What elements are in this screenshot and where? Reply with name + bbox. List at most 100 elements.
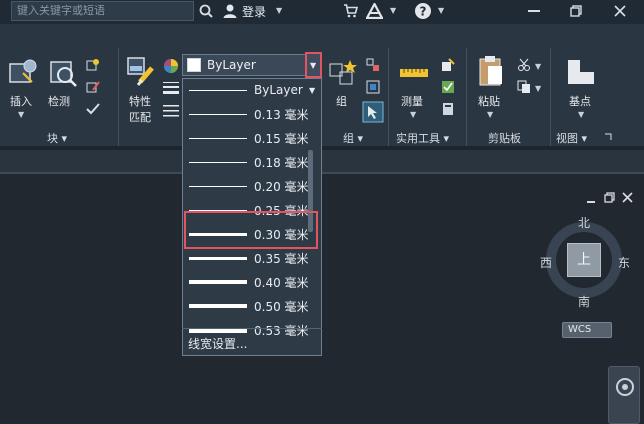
- wcs-menu[interactable]: WCS: [562, 322, 612, 338]
- lineweight-dropdown-button[interactable]: ▼: [305, 52, 322, 78]
- lineweight-item[interactable]: 0.40 毫米: [183, 270, 311, 294]
- panel-separator: [388, 48, 389, 146]
- lineweight-sample: [189, 90, 247, 91]
- search-icon[interactable]: [199, 4, 213, 18]
- quick-select-icon[interactable]: [441, 58, 455, 72]
- calculator-icon[interactable]: [441, 102, 455, 116]
- viewport-close-icon[interactable]: [622, 192, 633, 203]
- insert-chevron-down-icon[interactable]: ▼: [18, 110, 24, 119]
- viewcube-top-face[interactable]: 上: [567, 243, 601, 277]
- a360-chevron-down-icon[interactable]: ▼: [390, 6, 396, 15]
- select-all-icon[interactable]: [441, 80, 455, 94]
- lineweight-sample: [189, 257, 247, 260]
- lineweight-item-label: 0.40 毫米: [254, 276, 309, 290]
- group-panel-title[interactable]: 组 ▾: [343, 130, 363, 146]
- panel-expand-icon[interactable]: [604, 133, 612, 141]
- match-properties-label-2[interactable]: 匹配: [129, 109, 151, 125]
- match-properties-icon[interactable]: [126, 56, 158, 88]
- close-icon[interactable]: [614, 5, 626, 17]
- color-swatch: [187, 58, 201, 72]
- measure-icon[interactable]: [399, 66, 429, 80]
- restore-icon[interactable]: [570, 5, 582, 17]
- compass-south[interactable]: 南: [578, 293, 590, 310]
- group-button-label[interactable]: 组: [336, 93, 347, 109]
- lineweight-combo-value: ByLayer: [207, 58, 256, 72]
- autocad-window: 键入关键字或短语 登录 ▼ ▼ ? ▼ 插入 ▼ 检测 块 ▾ 特性 匹配 组 …: [0, 0, 644, 424]
- lineweight-item-label: ByLayer: [254, 83, 303, 97]
- group-select-icon[interactable]: [362, 101, 384, 123]
- paste-icon[interactable]: [478, 55, 504, 87]
- lineweight-item-label: 0.20 毫米: [254, 180, 309, 194]
- detect-block-icon[interactable]: [48, 58, 78, 88]
- compass-west[interactable]: 西: [540, 254, 552, 271]
- help-chevron-down-icon[interactable]: ▼: [438, 6, 444, 15]
- basepoint-chevron-down-icon[interactable]: ▼: [578, 110, 584, 119]
- lineweight-item-label: 0.15 毫米: [254, 132, 309, 146]
- lineweight-item[interactable]: 0.13 毫米: [183, 102, 311, 126]
- measure-button-label[interactable]: 测量: [401, 93, 423, 109]
- color-wheel-icon[interactable]: [163, 58, 179, 74]
- navigation-bar[interactable]: [608, 366, 640, 424]
- detect-button-label[interactable]: 检测: [48, 93, 70, 109]
- wcs-label: WCS: [568, 324, 592, 335]
- lineweight-item[interactable]: 0.50 毫米: [183, 294, 311, 318]
- create-block-icon[interactable]: [86, 58, 100, 72]
- drawing-area[interactable]: [0, 150, 644, 424]
- lineweight-item[interactable]: 0.15 毫米: [183, 126, 311, 150]
- lineweight-sample: [189, 162, 247, 163]
- lineweight-item[interactable]: 0.35 毫米: [183, 246, 311, 270]
- cart-icon[interactable]: [343, 4, 358, 18]
- clipboard-panel-title[interactable]: 剪贴板: [488, 130, 521, 146]
- view-panel-title[interactable]: 视图 ▾: [556, 130, 587, 146]
- paste-chevron-down-icon[interactable]: ▼: [487, 110, 493, 119]
- block-attribute-icon[interactable]: [86, 102, 100, 116]
- login-link[interactable]: 登录: [242, 3, 266, 20]
- user-icon[interactable]: [222, 3, 238, 19]
- ungroup-icon[interactable]: [366, 58, 380, 72]
- search-input[interactable]: 键入关键字或短语: [11, 1, 194, 21]
- autodesk-a360-icon[interactable]: [366, 3, 383, 19]
- login-chevron-down-icon[interactable]: ▼: [276, 6, 282, 15]
- cut-chevron-down-icon[interactable]: ▼: [535, 62, 541, 71]
- edit-block-icon[interactable]: [86, 80, 100, 94]
- panel-separator: [550, 48, 551, 146]
- lineweight-combo[interactable]: ByLayer: [182, 54, 322, 76]
- measure-chevron-down-icon[interactable]: ▼: [410, 110, 416, 119]
- lineweight-sample: [189, 280, 247, 284]
- minimize-icon[interactable]: [528, 10, 540, 13]
- basepoint-icon[interactable]: [566, 58, 596, 86]
- file-tab-divider: [0, 172, 644, 174]
- cut-icon[interactable]: [517, 58, 531, 72]
- lineweight-sample: [189, 114, 247, 115]
- lineweight-item-label: 0.13 毫米: [254, 108, 309, 122]
- copy-icon[interactable]: [517, 80, 531, 94]
- chevron-down-icon: ▼: [309, 86, 316, 95]
- lineweight-sample: [189, 186, 247, 187]
- viewport-restore-icon[interactable]: [604, 192, 615, 203]
- insert-block-icon[interactable]: [8, 58, 38, 88]
- group-edit-icon[interactable]: [366, 80, 380, 94]
- block-panel-title[interactable]: 块 ▾: [47, 130, 67, 146]
- copy-chevron-down-icon[interactable]: ▼: [535, 84, 541, 93]
- chevron-down-icon: ▼: [310, 61, 317, 70]
- lineweight-item[interactable]: 0.20 毫米: [183, 174, 311, 198]
- utilities-panel-title[interactable]: 实用工具 ▾: [396, 130, 449, 146]
- lineweight-item[interactable]: 0.18 毫米: [183, 150, 311, 174]
- panel-separator: [466, 48, 467, 146]
- help-icon[interactable]: ?: [414, 2, 432, 20]
- lineweight-item-bylayer[interactable]: ByLayer ▼: [183, 79, 315, 103]
- group-icon[interactable]: [328, 58, 358, 88]
- paste-button-label[interactable]: 粘贴: [478, 93, 500, 109]
- insert-button-label[interactable]: 插入: [10, 93, 32, 109]
- selection-highlight: [184, 211, 318, 249]
- linetype-icon[interactable]: [163, 102, 179, 118]
- dropdown-divider: [182, 328, 322, 329]
- steering-wheel-icon[interactable]: [615, 377, 635, 397]
- match-properties-label[interactable]: 特性: [129, 93, 151, 109]
- compass-east[interactable]: 东: [618, 254, 630, 271]
- basepoint-button-label[interactable]: 基点: [569, 93, 591, 109]
- lineweight-settings-link[interactable]: 线宽设置...: [188, 335, 247, 352]
- lineweight-icon[interactable]: [163, 80, 179, 96]
- viewport-minimize-icon[interactable]: [586, 194, 596, 204]
- compass-north[interactable]: 北: [578, 214, 590, 231]
